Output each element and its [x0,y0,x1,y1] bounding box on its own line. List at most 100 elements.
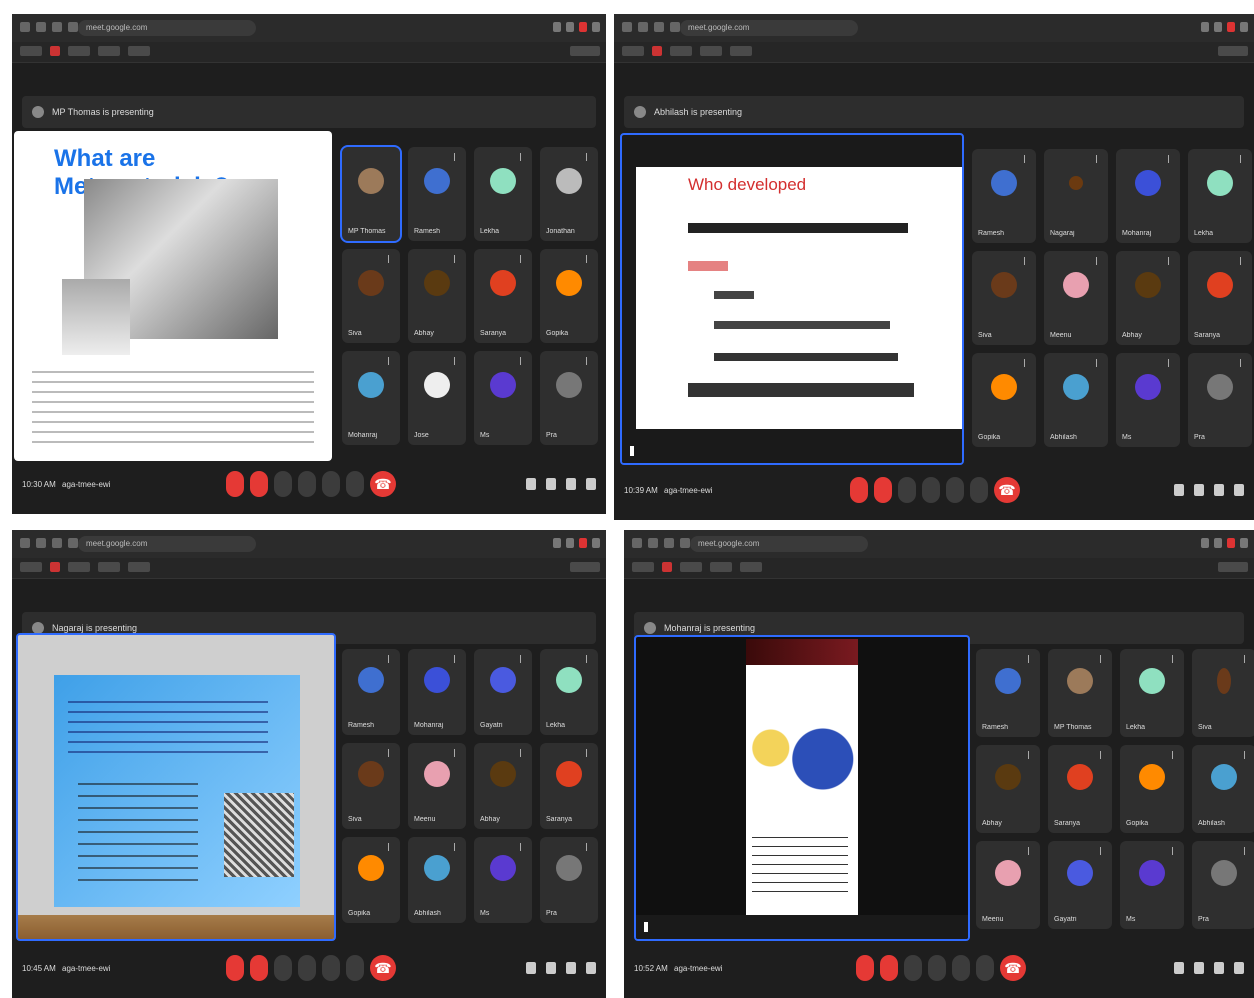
participant-tile[interactable]: Ramesh [342,649,400,735]
participant-tile[interactable]: Ramesh [408,147,466,241]
participant-tile[interactable]: Gopika [342,837,400,923]
participant-tile[interactable]: Saranya [1188,251,1252,345]
info-icon[interactable] [1174,962,1184,974]
participant-tile[interactable]: Abhilash [1192,745,1254,833]
window-controls[interactable] [1201,22,1248,32]
participant-tile[interactable]: Gopika [1120,745,1184,833]
participant-tile[interactable]: Gopika [540,249,598,343]
participant-tile[interactable]: Saranya [1048,745,1112,833]
camera-off-button[interactable] [880,955,898,981]
more-options-button[interactable] [346,471,364,497]
participant-tile[interactable]: Saranya [474,249,532,343]
participant-tile[interactable]: Abhilash [1044,353,1108,447]
present-button[interactable] [322,955,340,981]
participant-tile[interactable]: Pra [540,351,598,445]
participant-tile[interactable]: Abhay [408,249,466,343]
participant-tile[interactable]: Mohanraj [408,649,466,735]
mic-off-button[interactable] [850,477,868,503]
participant-tile[interactable]: Lekha [474,147,532,241]
end-call-button[interactable]: ☎ [370,471,396,497]
participant-tile[interactable]: MP Thomas [340,145,402,243]
participant-tile[interactable]: Saranya [540,743,598,829]
end-call-button[interactable]: ☎ [370,955,396,981]
present-button[interactable] [946,477,964,503]
activities-icon[interactable] [1234,484,1244,496]
participant-tile[interactable]: Siva [1192,649,1254,737]
participant-tile[interactable]: Pra [540,837,598,923]
participant-tile[interactable]: Abhay [976,745,1040,833]
participant-tile[interactable]: Meenu [1044,251,1108,345]
participant-tile[interactable]: Abhay [1116,251,1180,345]
participant-tile[interactable]: Jose [408,351,466,445]
more-options-button[interactable] [346,955,364,981]
captions-button[interactable] [274,471,292,497]
window-controls[interactable] [1201,538,1248,548]
presentation-stage[interactable] [16,633,336,941]
more-options-button[interactable] [976,955,994,981]
nav-buttons[interactable] [622,22,680,34]
participant-tile[interactable]: Gayatri [474,649,532,735]
mic-off-button[interactable] [226,955,244,981]
participant-tile[interactable]: Abhay [474,743,532,829]
raise-hand-button[interactable] [922,477,940,503]
end-call-button[interactable]: ☎ [1000,955,1026,981]
participant-tile[interactable]: Siva [342,743,400,829]
nav-buttons[interactable] [20,538,78,550]
participant-tile[interactable]: Ms [1120,841,1184,929]
raise-hand-button[interactable] [298,955,316,981]
people-icon[interactable] [1194,484,1204,496]
info-icon[interactable] [526,478,536,490]
participant-tile[interactable]: Siva [342,249,400,343]
participant-tile[interactable]: Lekha [1188,149,1252,243]
address-bar[interactable]: meet.google.com [690,536,868,552]
participant-tile[interactable]: Mohanraj [342,351,400,445]
participant-tile[interactable]: Meenu [408,743,466,829]
people-icon[interactable] [1194,962,1204,974]
chat-icon[interactable] [1214,962,1224,974]
captions-button[interactable] [898,477,916,503]
participant-tile[interactable]: Lekha [540,649,598,735]
raise-hand-button[interactable] [298,471,316,497]
activities-icon[interactable] [586,962,596,974]
participant-tile[interactable]: Pra [1188,353,1252,447]
chat-icon[interactable] [566,962,576,974]
present-button[interactable] [952,955,970,981]
captions-button[interactable] [904,955,922,981]
camera-off-button[interactable] [250,955,268,981]
chat-icon[interactable] [1214,484,1224,496]
participant-tile[interactable]: Gayatri [1048,841,1112,929]
camera-off-button[interactable] [250,471,268,497]
participant-tile[interactable]: Pra [1192,841,1254,929]
presentation-stage[interactable]: Who developed [620,133,964,465]
presentation-stage[interactable] [634,635,970,941]
present-button[interactable] [322,471,340,497]
participant-tile[interactable]: Nagaraj [1044,149,1108,243]
participant-tile[interactable]: Abhilash [408,837,466,923]
participant-tile[interactable]: Lekha [1120,649,1184,737]
nav-buttons[interactable] [632,538,690,550]
mic-off-button[interactable] [856,955,874,981]
info-icon[interactable] [526,962,536,974]
participant-tile[interactable]: MP Thomas [1048,649,1112,737]
address-bar[interactable]: meet.google.com [78,536,256,552]
nav-buttons[interactable] [20,22,78,34]
participant-tile[interactable]: Ramesh [972,149,1036,243]
participant-tile[interactable]: Ramesh [976,649,1040,737]
camera-off-button[interactable] [874,477,892,503]
activities-icon[interactable] [1234,962,1244,974]
chat-icon[interactable] [566,478,576,490]
participant-tile[interactable]: Gopika [972,353,1036,447]
mic-off-button[interactable] [226,471,244,497]
participant-tile[interactable]: Ms [474,837,532,923]
people-icon[interactable] [546,478,556,490]
participant-tile[interactable]: Mohanraj [1116,149,1180,243]
more-options-button[interactable] [970,477,988,503]
participant-tile[interactable]: Siva [972,251,1036,345]
presentation-stage[interactable]: What are Metamaterials? [14,131,332,461]
activities-icon[interactable] [586,478,596,490]
address-bar[interactable]: meet.google.com [78,20,256,36]
window-controls[interactable] [553,538,600,548]
window-controls[interactable] [553,22,600,32]
raise-hand-button[interactable] [928,955,946,981]
participant-tile[interactable]: Jonathan [540,147,598,241]
